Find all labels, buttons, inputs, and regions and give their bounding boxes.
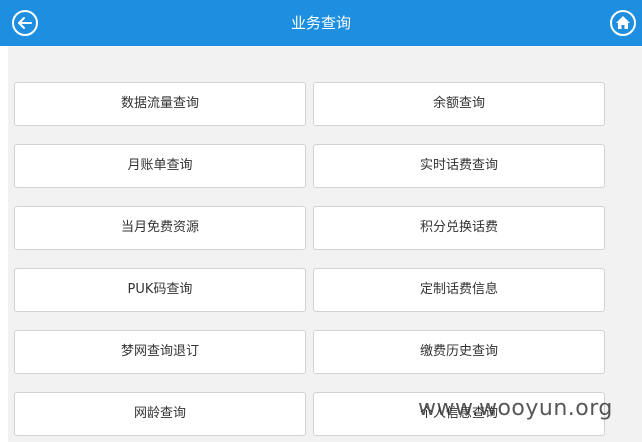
menu-item-puk[interactable]: PUK码查询 <box>14 268 306 312</box>
menu-item-network-age[interactable]: 网龄查询 <box>14 392 306 436</box>
menu-item-realtime-charges[interactable]: 实时话费查询 <box>313 144 605 188</box>
home-icon <box>616 16 630 29</box>
menu-item-data-usage[interactable]: 数据流量查询 <box>14 82 306 126</box>
watermark-text: www.wooyun.org <box>418 396 613 421</box>
menu-item-subscriptions[interactable]: 定制话费信息 <box>313 268 605 312</box>
menu-item-monthly-bill[interactable]: 月账单查询 <box>14 144 306 188</box>
menu-item-payment-history[interactable]: 缴费历史查询 <box>313 330 605 374</box>
page-title: 业务查询 <box>290 14 351 32</box>
menu-item-points-exchange[interactable]: 积分兑换话费 <box>313 206 605 250</box>
menu-item-balance[interactable]: 余额查询 <box>313 82 605 126</box>
menu-item-free-resources[interactable]: 当月免费资源 <box>14 206 306 250</box>
menu-item-unsubscribe[interactable]: 梦网查询退订 <box>14 330 306 374</box>
app-header: 业务查询 <box>0 0 642 46</box>
left-edge-strip <box>0 46 8 442</box>
home-button[interactable] <box>610 10 636 36</box>
